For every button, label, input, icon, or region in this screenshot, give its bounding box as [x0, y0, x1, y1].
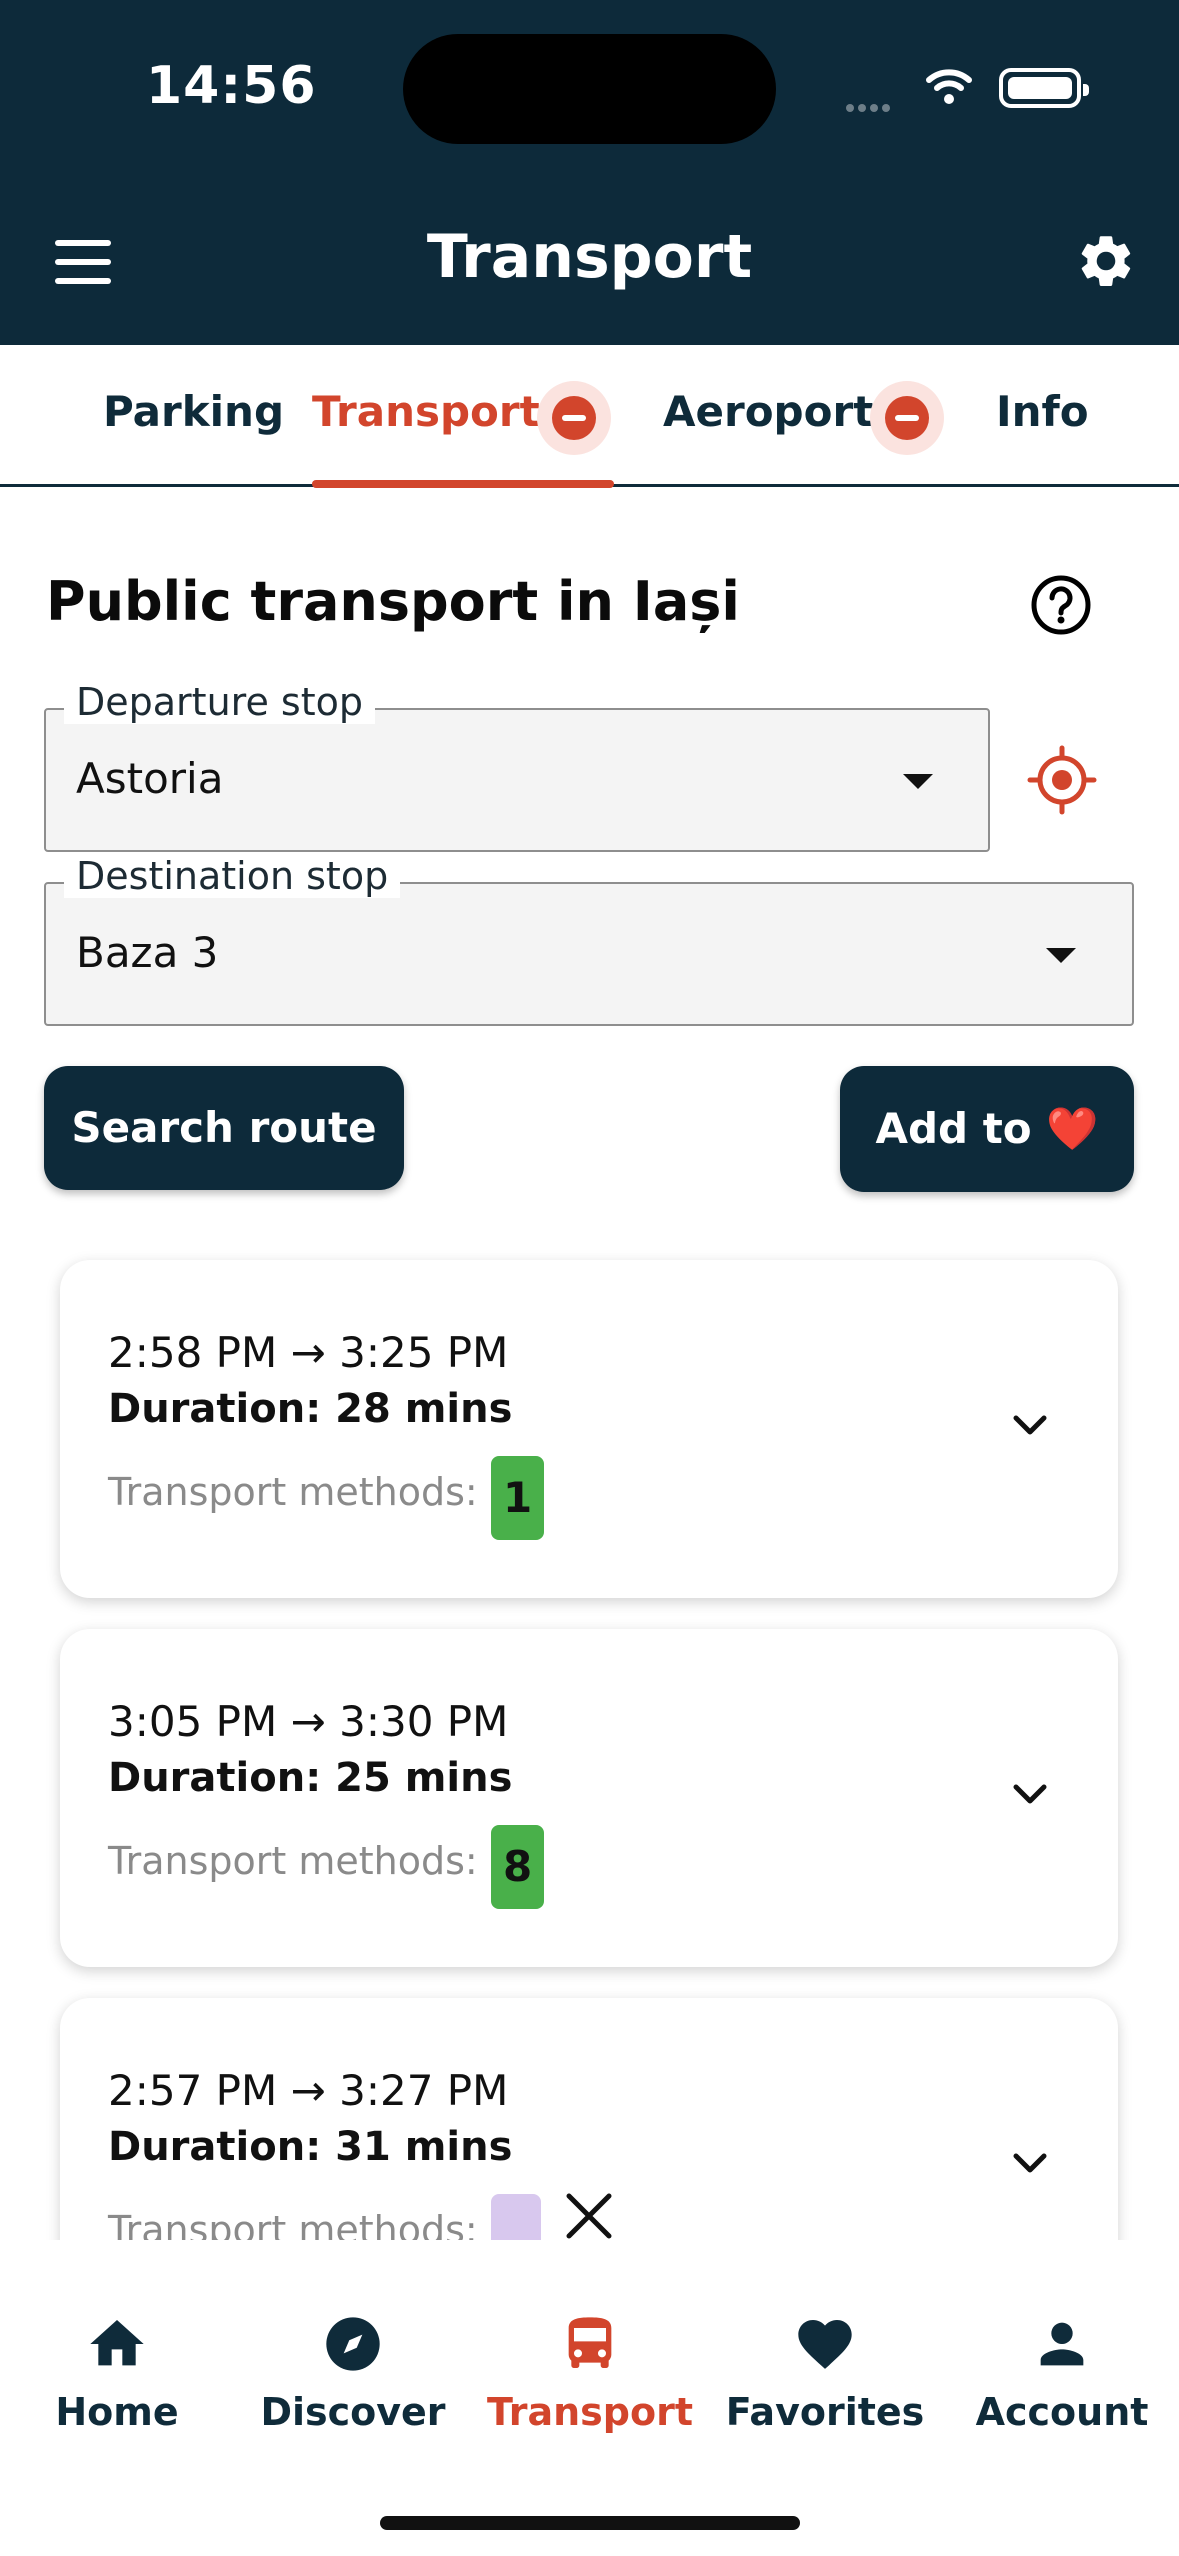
- settings-gear-icon[interactable]: [1075, 230, 1137, 292]
- page-title: Transport: [426, 222, 753, 292]
- battery-icon: [999, 68, 1089, 108]
- tab-info[interactable]: Info: [996, 387, 1089, 436]
- nav-account-label: Account: [975, 2390, 1149, 2434]
- nav-home-label: Home: [55, 2390, 179, 2434]
- section-title: Public transport in Iași: [46, 570, 740, 633]
- nav-transport[interactable]: Transport: [475, 2312, 705, 2434]
- cellular-signal-icon: [846, 97, 906, 112]
- transport-methods-label: Transport methods:: [108, 1839, 478, 1883]
- destination-stop-value: Baza 3: [76, 928, 219, 977]
- nav-account[interactable]: Account: [947, 2312, 1177, 2434]
- app-header: 14:56 Transport: [0, 0, 1179, 345]
- transport-methods-label: Transport methods:: [108, 1470, 478, 1514]
- bus-icon: [568, 2317, 612, 2368]
- route-times: 3:05 PM → 3:30 PM: [108, 1697, 509, 1746]
- heart-icon: [798, 2320, 852, 2369]
- route-card[interactable]: 2:58 PM → 3:25 PM Duration: 28 mins Tran…: [60, 1260, 1118, 1598]
- person-icon: [1040, 2322, 1084, 2366]
- nav-favorites-label: Favorites: [725, 2390, 925, 2434]
- nav-favorites[interactable]: Favorites: [710, 2312, 940, 2434]
- help-icon[interactable]: [1030, 574, 1092, 636]
- tab-parking[interactable]: Parking: [103, 387, 284, 436]
- chevron-down-icon[interactable]: [1010, 1774, 1050, 1814]
- route-list: 2:58 PM → 3:25 PM Duration: 28 mins Tran…: [0, 1240, 1179, 2240]
- chevron-down-icon[interactable]: [1010, 2143, 1050, 2183]
- departure-stop-value: Astoria: [76, 754, 224, 803]
- tab-transport[interactable]: Transport: [312, 387, 540, 436]
- chevron-down-icon: [1046, 948, 1076, 963]
- transport-line-badge: 1: [491, 1456, 545, 1540]
- home-icon: [90, 2320, 144, 2366]
- chevron-down-icon[interactable]: [1010, 1405, 1050, 1445]
- add-to-favorites-button[interactable]: Add to ❤️: [840, 1066, 1134, 1192]
- wifi-icon: [926, 69, 972, 104]
- route-times: 2:57 PM → 3:27 PM: [108, 2066, 509, 2115]
- route-times: 2:58 PM → 3:25 PM: [108, 1328, 509, 1377]
- departure-stop-select[interactable]: Departure stop Astoria: [44, 680, 990, 852]
- nav-home[interactable]: Home: [2, 2312, 232, 2434]
- bottom-navigation: Home Discover Transport Favorites Accoun…: [0, 2240, 1179, 2556]
- departure-stop-label: Departure stop: [64, 680, 375, 724]
- remove-aeroport-tab-icon[interactable]: [870, 381, 944, 455]
- compass-icon: [326, 2317, 380, 2371]
- tab-bar: Parking Transport Aeroport Info: [0, 345, 1179, 488]
- home-indicator[interactable]: [380, 2516, 800, 2530]
- close-icon[interactable]: [563, 2190, 615, 2242]
- nav-discover[interactable]: Discover: [238, 2312, 468, 2434]
- nav-transport-label: Transport: [486, 2390, 693, 2434]
- transport-methods-label: Transport methods:: [108, 2208, 478, 2240]
- transport-line-badge: 8: [491, 1825, 545, 1909]
- dynamic-island: [403, 34, 776, 144]
- active-tab-indicator: [312, 480, 614, 488]
- locate-me-icon[interactable]: [1027, 745, 1097, 815]
- status-time: 14:56: [146, 56, 317, 116]
- route-duration: Duration: 31 mins: [108, 2124, 513, 2170]
- route-duration: Duration: 25 mins: [108, 1755, 513, 1801]
- route-duration: Duration: 28 mins: [108, 1386, 513, 1432]
- destination-stop-label: Destination stop: [64, 854, 401, 898]
- destination-stop-select[interactable]: Destination stop Baza 3: [44, 854, 1134, 1026]
- tab-aeroport[interactable]: Aeroport: [663, 387, 873, 436]
- transport-line-badge: [491, 2194, 541, 2240]
- route-card[interactable]: 3:05 PM → 3:30 PM Duration: 25 mins Tran…: [60, 1629, 1118, 1967]
- nav-discover-label: Discover: [260, 2390, 446, 2434]
- chevron-down-icon: [903, 774, 933, 789]
- search-route-button[interactable]: Search route: [44, 1066, 404, 1190]
- remove-transport-tab-icon[interactable]: [537, 381, 611, 455]
